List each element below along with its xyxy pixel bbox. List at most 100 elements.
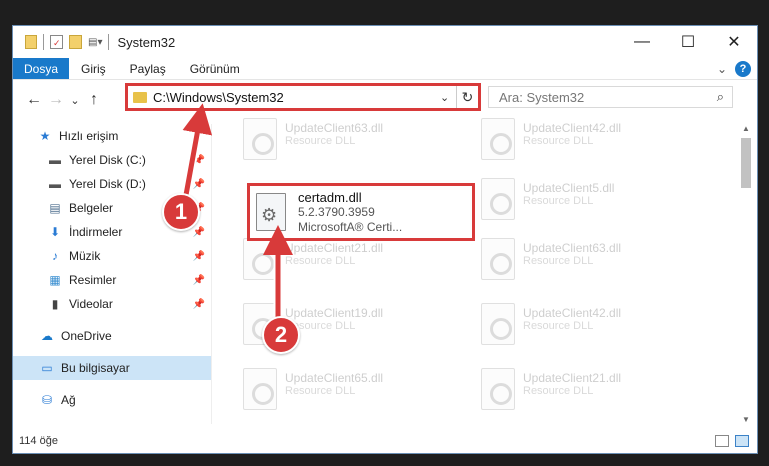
dll-file-icon [481,238,515,280]
new-folder-icon[interactable] [69,35,82,49]
pin-icon[interactable]: 📌 [193,155,205,166]
list-item[interactable]: UpdateClient42.dll Resource DLL [481,303,711,355]
recent-locations-button[interactable]: ⌄ [67,94,83,107]
folder-icon [25,35,37,49]
sidebar-item-label: OneDrive [61,329,112,343]
up-button[interactable]: ↑ [83,91,105,109]
sidebar-item-this-pc[interactable]: ▭ Bu bilgisayar [13,356,211,380]
tab-file[interactable]: Dosya [13,58,69,79]
pin-icon[interactable]: 📌 [193,251,205,262]
customize-toolbar-icon[interactable]: ▤▾ [88,37,102,48]
music-icon: ♪ [52,249,58,263]
gear-icon: ⚙ [261,205,278,225]
back-button[interactable]: ← [23,91,45,109]
scrollbar-thumb[interactable] [741,138,751,188]
window-title: System32 [117,34,176,50]
close-button[interactable]: ✕ [711,26,757,58]
dll-file-icon [481,368,515,410]
sidebar-item-label: Videolar [69,297,113,311]
computer-icon: ▭ [41,361,53,375]
vertical-scrollbar[interactable]: ▲ ▼ [739,124,753,424]
sidebar-item-label: Resimler [69,273,117,287]
sidebar-item-music[interactable]: ♪ Müzik 📌 [13,244,211,268]
details-view-icon[interactable] [715,435,729,447]
dll-file-icon [481,178,515,220]
sidebar-item-label: Belgeler [69,201,114,215]
video-icon: ▮ [51,297,59,311]
pane-divider[interactable] [211,124,212,424]
file-description: MicrosoftA® Certi... [298,219,403,234]
list-item[interactable]: UpdateClient63.dll Resource DLL [481,238,711,290]
address-path[interactable]: C:\Windows\System32 [153,90,440,105]
separator [43,34,44,50]
pin-icon[interactable]: 📌 [193,275,205,286]
scroll-down-icon[interactable]: ▼ [739,415,753,424]
dll-file-icon [243,118,277,160]
sidebar-item-label: Yerel Disk (C:) [69,153,146,167]
view-switcher [715,435,757,447]
file-explorer-window: ✓ ▤▾ System32 — ☐ ✕ Dosya Giriş Paylaş G… [12,25,758,454]
search-icon[interactable]: ⌕ [717,89,724,105]
ribbon-tabs: Dosya Giriş Paylaş Görünüm ⌄ ? [13,58,757,80]
sidebar-item-onedrive[interactable]: ☁ OneDrive [13,324,211,348]
tiles-view-icon[interactable] [735,435,749,447]
minimize-button[interactable]: — [619,26,665,58]
dll-file-icon [243,368,277,410]
tab-share[interactable]: Paylaş [118,58,178,79]
list-item[interactable]: UpdateClient65.dll Resource DLL [243,368,473,420]
sidebar-item-disk-c[interactable]: ▬ Yerel Disk (C:) 📌 [13,148,211,172]
document-icon: ▤ [49,201,61,215]
download-icon: ⬇ [49,225,61,239]
sidebar-item-quick-access[interactable]: ★ Hızlı erişim [13,124,211,148]
list-item[interactable]: UpdateClient5.dll Resource DLL [481,178,711,230]
drive-icon: ▬ [49,153,61,167]
search-placeholder: Ara: System32 [499,89,585,105]
callout-badge-2: 2 [262,316,300,354]
sidebar-item-videos[interactable]: ▮ Videolar 📌 [13,292,211,316]
file-name: certadm.dll [298,189,362,205]
ribbon-expand-icon[interactable]: ⌄ [717,62,727,76]
file-version: 5.2.3790.3959 [298,204,375,219]
drive-icon: ▬ [49,177,61,191]
sidebar-item-label: Ağ [61,393,76,407]
sidebar-item-label: Müzik [69,249,101,263]
picture-icon: ▦ [49,273,61,287]
sidebar-item-label: Yerel Disk (D:) [69,177,146,191]
sidebar-item-pictures[interactable]: ▦ Resimler 📌 [13,268,211,292]
list-item[interactable]: UpdateClient21.dll Resource DLL [481,368,711,420]
address-dropdown-icon[interactable]: ⌄ [440,91,456,104]
separator [108,34,110,50]
pin-icon[interactable]: 📌 [193,227,205,238]
folder-icon [133,91,147,103]
title-bar: ✓ ▤▾ System32 — ☐ ✕ [13,26,757,58]
highlighted-file-item[interactable]: ⚙ certadm.dll 5.2.3790.3959 MicrosoftA® … [247,183,475,241]
help-icon[interactable]: ? [735,60,751,77]
sidebar-item-label: Bu bilgisayar [61,361,130,375]
list-item[interactable]: UpdateClient21.dll Resource DLL [243,238,473,290]
list-item[interactable]: UpdateClient42.dll Resource DLL [481,118,711,170]
address-bar[interactable]: C:\Windows\System32 ⌄ ↻ [125,83,481,111]
properties-icon[interactable]: ✓ [50,35,63,49]
file-list: UpdateClient63.dll Resource DLL UpdateCli… [223,118,733,426]
forward-button[interactable]: → [45,91,67,109]
list-item[interactable]: UpdateClient63.dll Resource DLL [243,118,473,170]
cloud-icon: ☁ [41,329,53,343]
item-count: 114 öğe [19,435,58,447]
refresh-button[interactable]: ↻ [456,86,478,108]
callout-badge-1: 1 [162,193,200,231]
dll-file-icon: ⚙ [256,193,286,231]
pin-icon[interactable]: 📌 [193,179,205,190]
quick-access-toolbar: ✓ ▤▾ [13,26,110,58]
status-bar: 114 öğe [13,429,757,453]
window-controls: — ☐ ✕ [619,26,757,58]
sidebar-item-label: İndirmeler [69,225,123,239]
maximize-button[interactable]: ☐ [665,26,711,58]
pin-icon[interactable]: 📌 [193,299,205,310]
dll-file-icon [481,118,515,160]
sidebar-item-network[interactable]: ⛁ Ağ [13,388,211,412]
navigation-pane: ★ Hızlı erişim ▬ Yerel Disk (C:) 📌 ▬ Yer… [13,124,211,424]
search-input[interactable]: Ara: System32 ⌕ [488,86,733,108]
scroll-up-icon[interactable]: ▲ [739,124,753,133]
tab-home[interactable]: Giriş [69,58,118,79]
tab-view[interactable]: Görünüm [178,58,252,79]
